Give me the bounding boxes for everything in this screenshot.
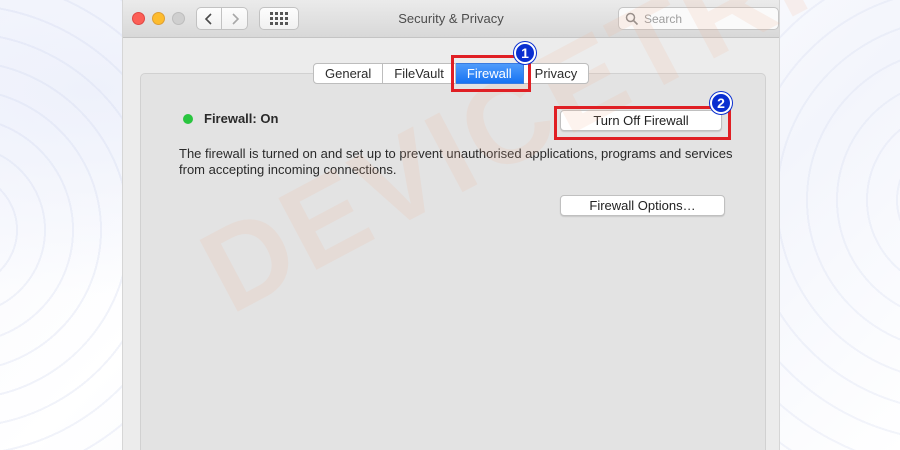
- title-bar: Security & Privacy Search: [123, 0, 779, 38]
- firewall-description: The firewall is turned on and set up to …: [179, 146, 733, 177]
- search-placeholder: Search: [644, 11, 683, 26]
- firewall-options-button[interactable]: Firewall Options…: [560, 195, 725, 216]
- background-swirl-left: [0, 0, 122, 450]
- firewall-status-indicator: [183, 114, 193, 124]
- tab-privacy[interactable]: Privacy: [523, 63, 590, 84]
- step-1-badge: 1: [514, 42, 536, 64]
- preferences-window: Security & Privacy Search General FileVa…: [122, 0, 780, 450]
- turn-off-button-highlight: [554, 106, 731, 140]
- step-2-badge: 2: [710, 92, 732, 114]
- tab-general[interactable]: General: [313, 63, 384, 84]
- search-field[interactable]: Search: [618, 7, 779, 30]
- firewall-status: Firewall: On: [204, 111, 279, 126]
- tab-filevault[interactable]: FileVault: [383, 63, 456, 84]
- background-swirl-right: [778, 0, 900, 450]
- search-icon: [625, 12, 639, 25]
